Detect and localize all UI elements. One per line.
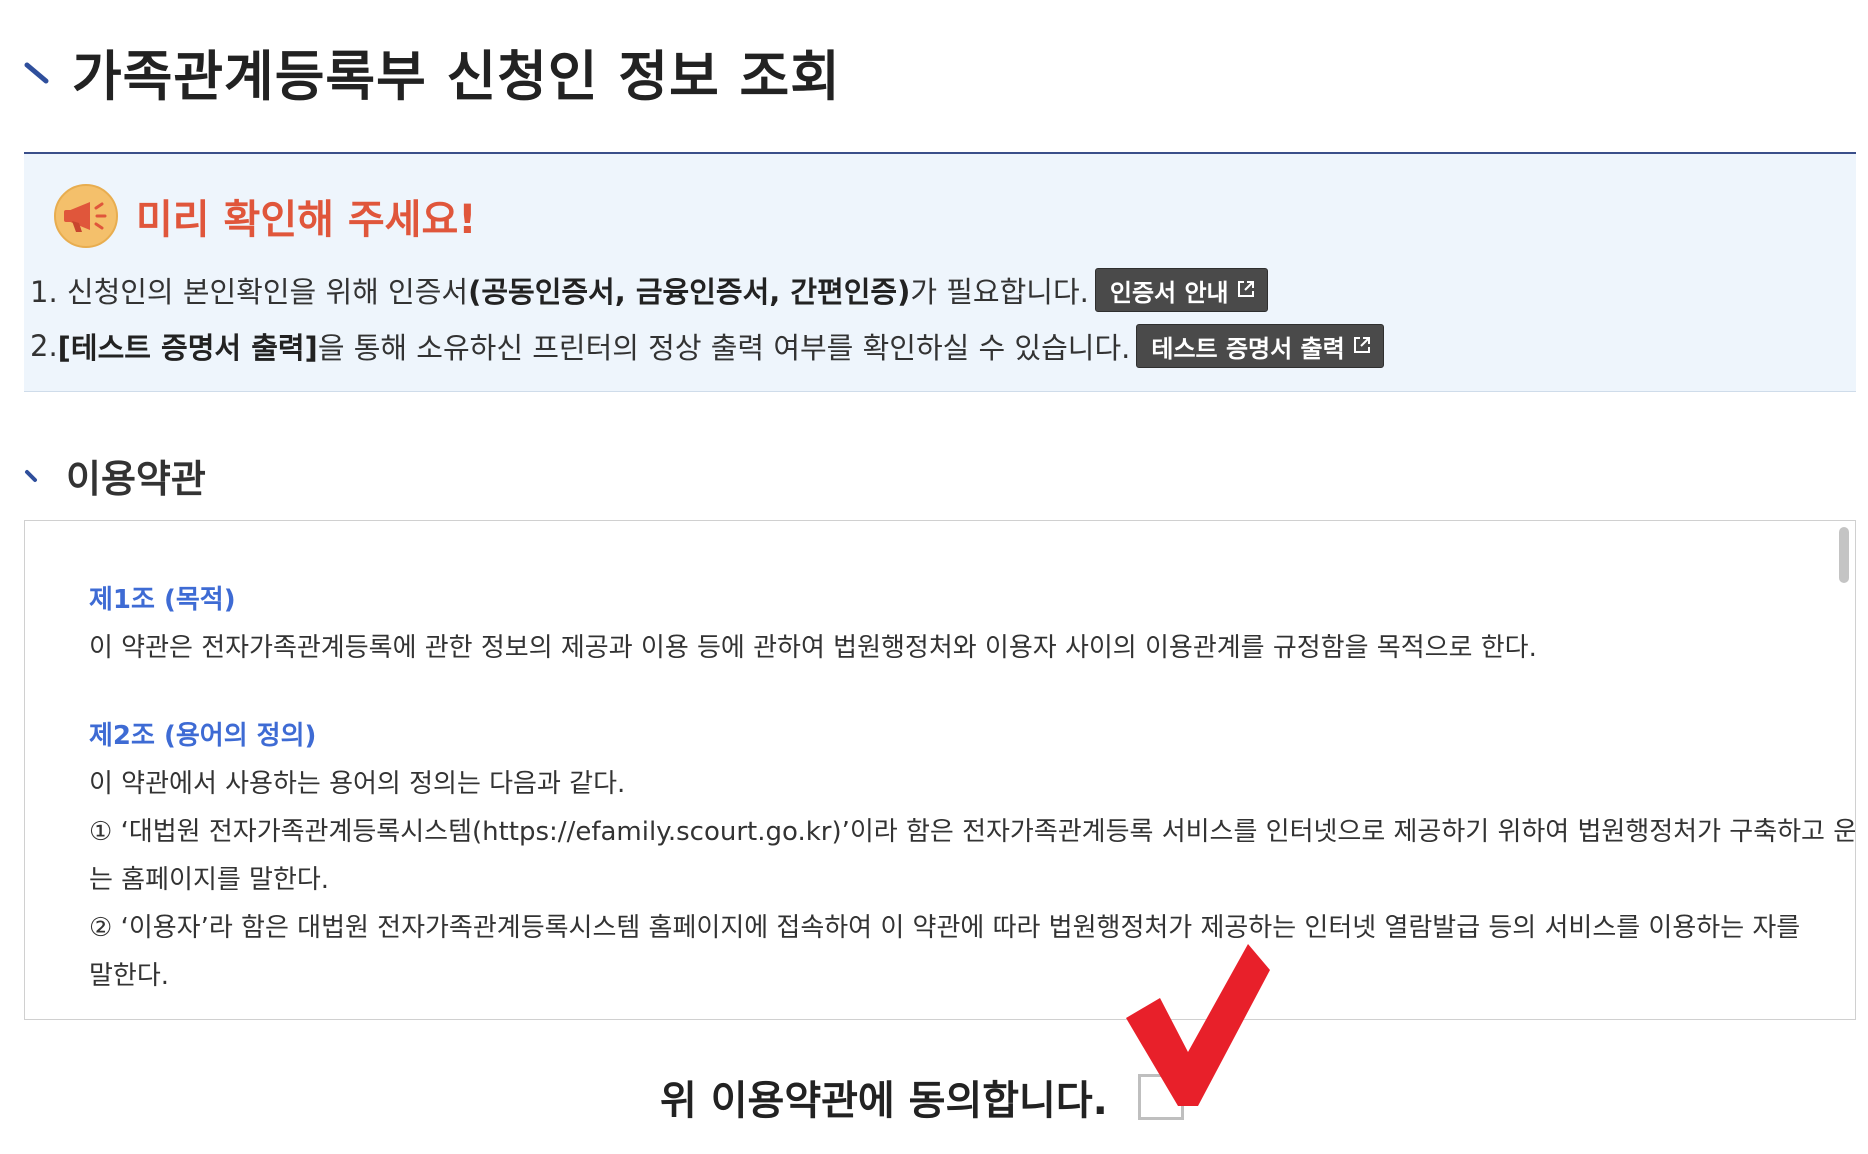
certificate-guide-button[interactable]: 인증서 안내: [1094, 268, 1268, 312]
terms-scrollbar[interactable]: [1835, 521, 1855, 1019]
terms-content: 제1조 (목적) 이 약관은 전자가족관계등록에 관한 정보의 제공과 이용 등…: [89, 576, 1856, 1000]
terms-section-title: 이용약관: [66, 457, 206, 501]
article-1-paragraph: 이 약관은 전자가족관계등록에 관한 정보의 제공과 이용 등에 관하여 법원행…: [89, 633, 1537, 663]
notice-line-2-prefix: 2.: [30, 329, 58, 363]
agree-label: 위 이용약관에 동의합니다.: [660, 1078, 1108, 1124]
terms-scroll-box[interactable]: 제1조 (목적) 이 약관은 전자가족관계등록에 관한 정보의 제공과 이용 등…: [24, 520, 1856, 1020]
article-2-paragraph: 말한다.: [89, 961, 170, 991]
notice-line-2-suffix: 을 통해 소유하신 프린터의 정상 출력 여부를 확인하실 수 있습니다.: [317, 331, 1131, 365]
notice-header: 미리 확인해 주세요!: [54, 184, 477, 248]
article-2-paragraph: 이 약관에서 사용하는 용어의 정의는 다음과 같다.: [89, 769, 626, 799]
page: 가족관계등록부 신청인 정보 조회 미리 확인해 주세요! 1. 신청인의 본인…: [0, 0, 1868, 1154]
terms-section-header: 이용약관: [24, 448, 206, 503]
article-1-title: 제1조 (목적): [89, 585, 236, 615]
external-link-icon: [1353, 332, 1371, 360]
article-2-paragraph: ② ‘이용자’라 함은 대법원 전자가족관계등록시스템 홈페이지에 접속하여 이…: [89, 913, 1801, 943]
agree-row: 위 이용약관에 동의합니다.: [660, 1068, 1184, 1126]
notice-line-1-prefix: 1. 신청인의 본인확인을 위해 인증서: [30, 275, 469, 309]
title-row: 가족관계등록부 신청인 정보 조회: [24, 36, 841, 108]
article-2-paragraph: ① ‘대법원 전자가족관계등록시스템(https://efamily.scour…: [89, 817, 1856, 847]
notice-line-1-bold: (공동인증서, 금융인증서, 간편인증): [468, 275, 911, 309]
notice-line-2-bold: [테스트 증명서 출력]: [57, 331, 318, 365]
terms-scrollbar-thumb[interactable]: [1839, 527, 1849, 583]
notice-title: 미리 확인해 주세요!: [136, 197, 477, 243]
title-slash-icon: [24, 57, 52, 85]
megaphone-icon: [54, 184, 118, 248]
article-2-title: 제2조 (용어의 정의): [89, 721, 317, 751]
notice-line-1: 1. 신청인의 본인확인을 위해 인증서 (공동인증서, 금융인증서, 간편인증…: [30, 268, 1268, 312]
article-2-paragraph: 는 홈페이지를 말한다.: [89, 865, 330, 895]
section-tick-icon: [24, 468, 40, 484]
test-certificate-print-button[interactable]: 테스트 증명서 출력: [1136, 324, 1384, 368]
notice-line-2: 2. [테스트 증명서 출력] 을 통해 소유하신 프린터의 정상 출력 여부를…: [30, 324, 1384, 368]
notice-line-1-suffix: 가 필요합니다.: [910, 275, 1089, 309]
certificate-guide-button-label: 인증서 안내: [1109, 278, 1229, 307]
agree-checkbox[interactable]: [1137, 1074, 1184, 1120]
external-link-icon: [1237, 276, 1255, 304]
page-title: 가족관계등록부 신청인 정보 조회: [72, 44, 841, 108]
test-certificate-print-button-label: 테스트 증명서 출력: [1151, 334, 1345, 363]
